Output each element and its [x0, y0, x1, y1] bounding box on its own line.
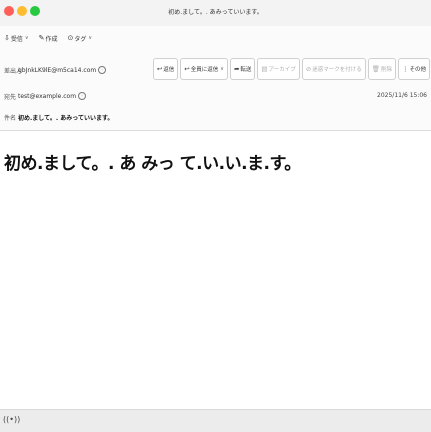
message-date: 2025/11/6 15:06: [377, 92, 427, 99]
forward-label: 転送: [240, 67, 252, 73]
tag-button[interactable]: ⊙ タグ ∨: [67, 34, 92, 43]
subject-row: 件名 初め.まして。. あみっていいます。: [0, 113, 431, 123]
reply-label: 返信: [163, 67, 175, 73]
download-icon: ⇩: [4, 34, 10, 42]
contact-icon[interactable]: ◦: [98, 66, 107, 74]
chevron-down-icon[interactable]: ∨: [220, 66, 224, 72]
get-mail-button[interactable]: ⇩ 受信 ∨: [4, 34, 29, 43]
subject-value: 初め.まして。. あみっていいます。: [18, 115, 114, 122]
reply-button[interactable]: ↩ 返信: [152, 58, 179, 80]
reply-icon: ↩: [156, 65, 163, 73]
from-address[interactable]: gbJnkLK9lE@m5ca14.com: [18, 67, 96, 74]
status-bar: ((•)): [0, 409, 431, 432]
chevron-down-icon[interactable]: ∨: [25, 35, 29, 41]
junk-label: 迷惑マークを付ける: [312, 67, 362, 73]
to-row: 宛先 test@example.com ◦ 2025/11/6 15:06: [0, 92, 431, 102]
from-value[interactable]: gbJnkLK9lE@m5ca14.com ◦: [18, 66, 107, 74]
wifi-icon[interactable]: ((•)): [3, 415, 20, 424]
archive-icon: ▤: [261, 65, 268, 73]
get-mail-label: 受信: [10, 35, 23, 43]
delete-icon: 🗑: [371, 65, 380, 73]
delete-label: 削除: [380, 67, 392, 73]
tag-icon: ⊙: [67, 34, 74, 42]
contact-icon[interactable]: ◦: [78, 92, 87, 100]
chevron-down-icon[interactable]: ∨: [88, 35, 92, 41]
archive-label: アーカイブ: [268, 67, 296, 73]
more-label: その他: [409, 67, 426, 73]
junk-icon: ⊘: [305, 65, 312, 73]
window-title: 初め.まして。. あみっていいます。: [168, 9, 263, 16]
more-icon: ⋮: [401, 65, 409, 73]
forward-icon: ➦: [233, 65, 240, 73]
to-value[interactable]: test@example.com ◦: [18, 92, 87, 100]
reply-all-label: 全員に返信: [190, 67, 219, 73]
title-bar: 初め.まして。. あみっていいます。: [0, 0, 431, 26]
pencil-icon: ✎: [38, 34, 45, 42]
tag-label: タグ: [74, 35, 87, 43]
toolbar: ⇩ 受信 ∨ ✎ 作成 ⊙ タグ ∨: [0, 26, 431, 50]
archive-button[interactable]: ▤ アーカイブ: [257, 58, 300, 80]
compose-label: 作成: [45, 35, 58, 43]
message-header: 差出人 gbJnkLK9lE@m5ca14.com ◦ ↩ 返信 ↩ 全員に返信 ∨ ➦ 転…: [0, 50, 431, 131]
delete-button[interactable]: 🗑 削除: [367, 58, 396, 80]
message-body: 初め.まして。. あ みっ て.い.い.ま.す。: [4, 154, 301, 174]
to-label: 宛先: [4, 94, 17, 101]
reply-all-button[interactable]: ↩ 全員に返信 ∨: [180, 58, 228, 80]
forward-button[interactable]: ➦ 転送: [229, 58, 256, 80]
compose-button[interactable]: ✎ 作成: [39, 34, 58, 43]
reply-all-icon: ↩: [184, 65, 190, 73]
subject-label: 件名: [4, 115, 17, 122]
junk-button[interactable]: ⊘ 迷惑マークを付ける: [301, 58, 366, 80]
message-actions: ↩ 返信 ↩ 全員に返信 ∨ ➦ 転送 ▤ アーカイブ ⊘ 迷惑マークを付ける 🗑 削除 ⋮ その他: [152, 58, 430, 80]
more-button[interactable]: ⋮ その他: [397, 58, 430, 80]
to-address[interactable]: test@example.com: [18, 93, 76, 100]
